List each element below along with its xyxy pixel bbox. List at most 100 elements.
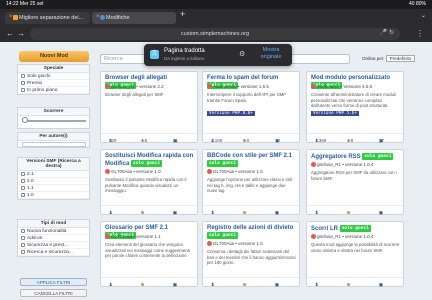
mod-card[interactable]: Registro delle azioni di divieto solo go…	[202, 221, 300, 287]
filter-type[interactable]: Sicurezza e prest...	[18, 242, 89, 249]
back-icon[interactable]: ←	[6, 29, 14, 38]
panel-header: Speciale	[18, 65, 89, 73]
new-tab-icon[interactable]: +	[180, 9, 185, 19]
mod-card[interactable]: Aggregatore RSS solo gonci gbrilusa_R1 • …	[306, 149, 404, 215]
slider-handle[interactable]	[22, 117, 28, 123]
mod-title[interactable]: BBCode con stile per SMF 2.1 solo gonci	[207, 153, 299, 168]
address-bar: ← → custom.simplemachines.org 🎤 ↻	[0, 26, 432, 42]
free-badge: solo gonci	[362, 153, 394, 160]
checkbox[interactable]	[21, 235, 25, 240]
tab-overview-icon[interactable]: ⌄	[421, 12, 426, 19]
author-input[interactable]	[22, 142, 86, 147]
filter-version[interactable]: 1.0	[18, 192, 89, 199]
avatar	[207, 241, 212, 247]
avatar	[207, 84, 212, 90]
favicon-icon	[13, 15, 18, 20]
mod-author: Vsonenil37 • Versione 4.5.6	[311, 84, 372, 90]
mod-card[interactable]: Browser degli allegati solo gonci gbrilus…	[100, 71, 198, 143]
avatar	[311, 162, 316, 168]
mod-title[interactable]: Aggregatore RSS solo gonci	[311, 153, 403, 161]
avatar	[311, 84, 316, 90]
free-badge: solo gonci	[339, 225, 371, 232]
mod-author: Adamimello • versione 1.5.5	[207, 84, 269, 90]
close-tab-icon[interactable]: ×	[9, 14, 13, 20]
filter-type[interactable]: Nuova funzionalità	[18, 228, 89, 235]
filter-type[interactable]: Ricerca e sicurezza...	[18, 249, 89, 256]
mod-title[interactable]: Sostituisci Modifica rapida con Modifica…	[105, 153, 197, 168]
checkbox[interactable]	[21, 171, 25, 176]
mod-stats: ⬇ 1 ★ 0 ▣ 0	[203, 205, 299, 215]
filter-version[interactable]: 1.1	[18, 185, 89, 192]
mod-card[interactable]: Ferma lo spam del forum solo gonci Adamim…	[202, 71, 300, 143]
mod-description: Consente all'amministratore di creare mo…	[311, 92, 396, 108]
checkbox[interactable]	[21, 185, 25, 190]
panel-header: Per autore(i)	[18, 133, 89, 141]
mod-description: Questa mod aggiunge la possibilità di sc…	[311, 242, 400, 253]
checkbox[interactable]	[21, 249, 25, 254]
smf-version-panel: Versioni SMF (Ricerca a destra) 2.1 2.0 …	[17, 157, 90, 200]
mod-stats: ⬇ 1 ★ 0 ▣ 0	[101, 205, 197, 215]
mod-description: Conserva i dettagli dei fattori scatenan…	[207, 249, 296, 265]
sort-slider[interactable]	[22, 120, 86, 122]
mod-author: gbrilusa_R1 • versione 2.2	[105, 84, 164, 90]
mod-stats: ⬇ 2.106 ★ 5.0 ▣ 74	[203, 133, 299, 143]
checkbox[interactable]	[21, 73, 25, 78]
menu-icon[interactable]: ⋮	[416, 29, 424, 38]
filter-featured[interactable]: In primo piano	[18, 87, 89, 94]
filter-version[interactable]: 2.0	[18, 178, 89, 185]
mod-card[interactable]: Glossario per SMF 2.1 solo gonci GL700Aii…	[100, 221, 198, 287]
order-select[interactable]: Ordina per: Predefinito	[362, 55, 416, 62]
translate-subtitle: Da inglese a italiano	[164, 56, 205, 61]
panel-header: Versioni SMF (Ricerca a destra)	[18, 158, 89, 171]
filter-version[interactable]: 2.1	[18, 171, 89, 178]
avatar	[105, 234, 110, 240]
status-battery: 40 80%	[409, 1, 426, 7]
checkbox[interactable]	[21, 87, 25, 92]
tab-label: Modifiche	[106, 15, 130, 21]
mod-stats: ⬇ 1 ★ 0 ▣ 0	[101, 277, 197, 287]
checkbox[interactable]	[21, 80, 25, 85]
checkbox[interactable]	[21, 192, 25, 197]
clear-filters-button[interactable]: CANCELLA FILTRI	[20, 289, 87, 297]
mod-card[interactable]: Sostituisci Modifica rapida con Modifica…	[100, 149, 198, 215]
checkbox[interactable]	[21, 178, 25, 183]
avatar	[207, 169, 212, 175]
new-mods-button[interactable]: Nuovi Mod	[19, 51, 89, 62]
checkbox[interactable]	[21, 228, 25, 233]
mod-card[interactable]: Scorri LR solo gonci gbrilusa_R1 • versio…	[306, 221, 404, 287]
tab-1[interactable]: × Migliore separazione dei...	[5, 12, 90, 24]
filter-type[interactable]: Add-on	[18, 235, 89, 242]
mod-title[interactable]: Scorri LR solo gonci	[311, 225, 403, 233]
mod-description: Interrompere il supporto dell'API per SM…	[207, 92, 286, 103]
mod-author: gbrilusa_R1 • versione 1.0.4	[311, 234, 373, 240]
mod-card[interactable]: Mod modulo personalizzato solo gonci Vson…	[306, 71, 404, 143]
checkbox[interactable]	[21, 242, 25, 247]
mic-icon[interactable]: 🎤 ↻	[380, 29, 394, 36]
apply-filters-button[interactable]: APPLICA FILTRI	[20, 278, 87, 286]
mod-author: GL700Aiia • versione 1.0	[105, 169, 161, 175]
free-badge: solo gonci	[131, 160, 163, 167]
filter-free[interactable]: Solo giochi	[18, 73, 89, 80]
mod-stats: ⬇ 829 ★ 4.8 ▣ 21	[101, 133, 197, 143]
mod-stats: ⬇ 1.389 ★ 4.9 ▣ 37	[307, 133, 403, 143]
mod-description: Aggregatore RSS per SMF da utilizzare co…	[311, 170, 397, 181]
translate-icon: 文	[150, 50, 159, 59]
php-version-badge: Versione PHP 5.6+	[311, 111, 359, 116]
url-field[interactable]: custom.simplemachines.org 🎤 ↻	[30, 28, 400, 40]
sort-panel: Scorrere	[17, 107, 90, 129]
forward-icon[interactable]: →	[17, 29, 25, 38]
filter-award[interactable]: Premio	[18, 80, 89, 87]
tab-2[interactable]: × Modifiche	[92, 12, 176, 24]
mod-title[interactable]: Registro delle azioni di divieto solo go…	[207, 225, 299, 240]
mod-description: Browser degli allegati per SMF	[105, 92, 164, 97]
close-tab-icon[interactable]: ×	[96, 14, 100, 20]
mod-description: Crea elementi del glossario che vengono …	[105, 242, 190, 258]
mod-card[interactable]: BBCode con stile per SMF 2.1 solo gonci G…	[202, 149, 300, 215]
show-original-button[interactable]: Mostra originale	[254, 47, 288, 61]
mod-stats: ⬇ 1 ★ 0 ▣ 0	[307, 277, 403, 287]
mod-author: GL700Aiia • versione 1.0	[207, 241, 263, 247]
gear-icon[interactable]: ⚙	[239, 50, 245, 58]
free-badge: solo gonci	[207, 232, 239, 239]
mod-author: GL700Aiia • versione 1.0	[207, 169, 263, 175]
tab-label: Migliore separazione dei...	[19, 15, 84, 21]
